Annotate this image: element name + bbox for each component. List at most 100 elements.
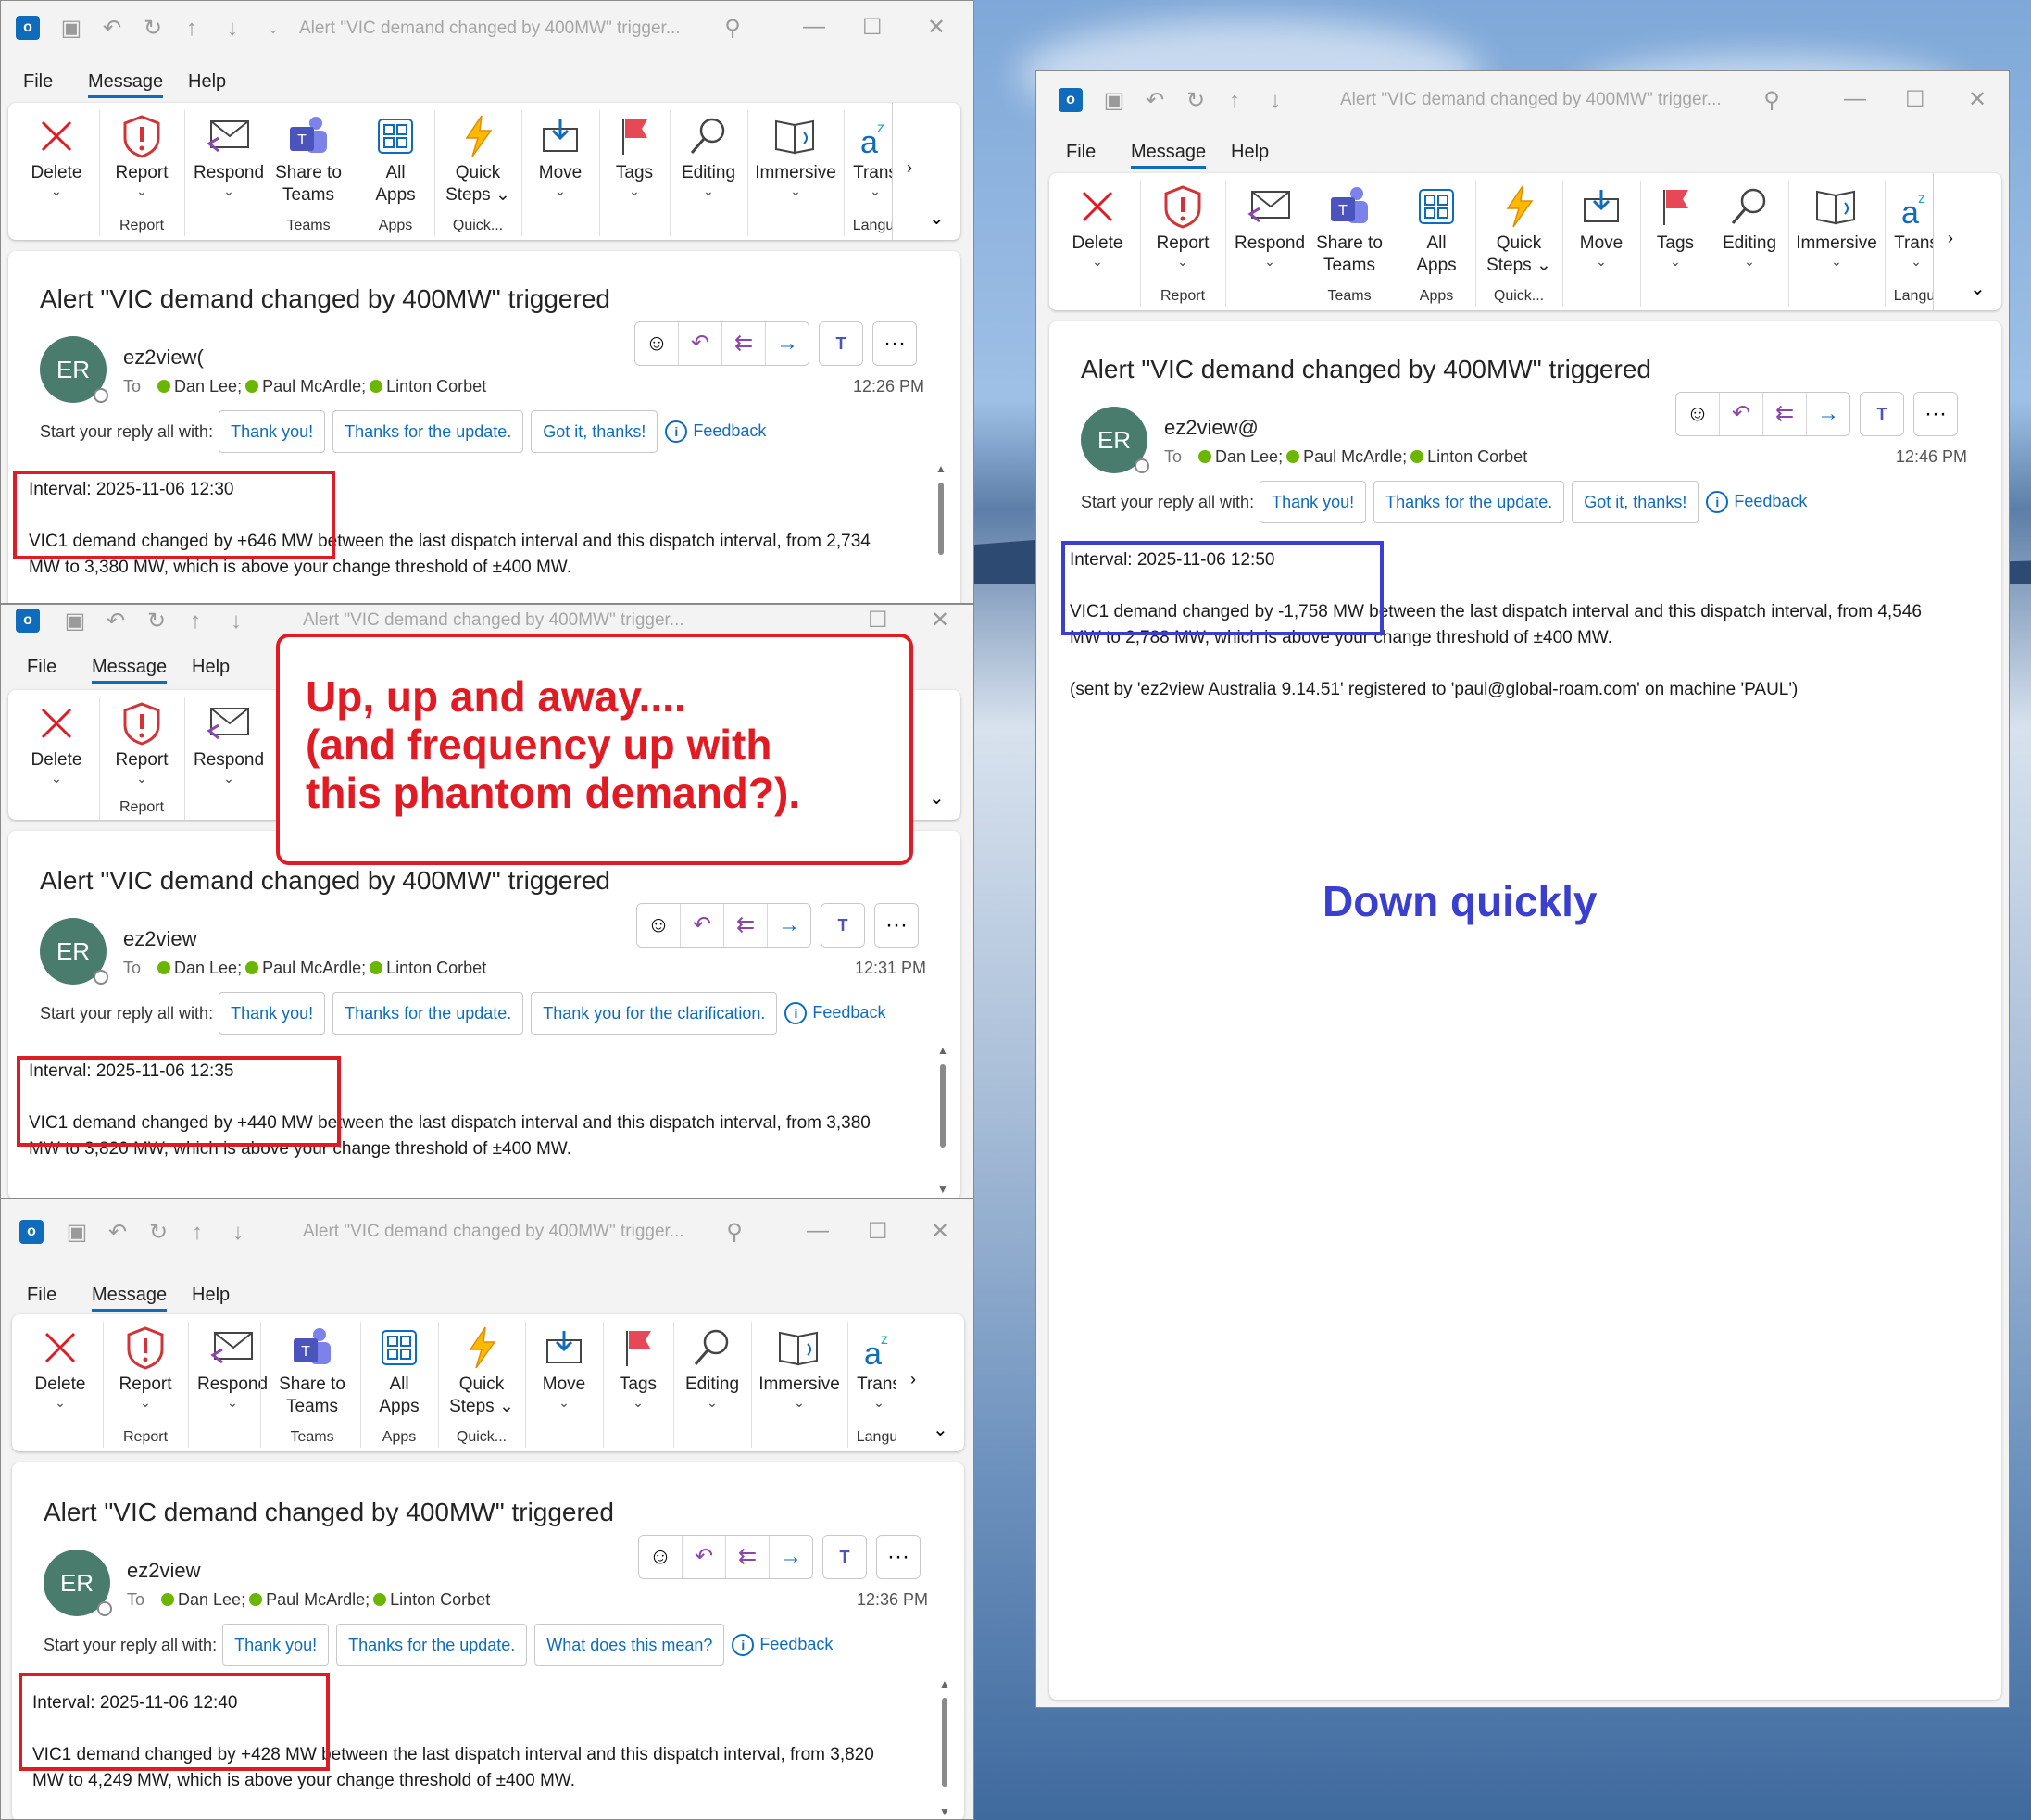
all-apps-button[interactable]: All Apps [1399,173,1473,277]
menu-file[interactable]: File [1066,142,1096,163]
tags-button[interactable]: Tags ⌄ [601,103,668,197]
report-button[interactable]: Report ⌄ [105,1314,186,1409]
respond-button[interactable]: Respond ⌄ [186,103,271,197]
scrollbar[interactable]: ▲▼ [934,462,947,603]
next-item-icon[interactable]: ↓ [219,16,245,42]
recipient[interactable]: Dan Lee; [174,959,242,977]
report-button[interactable]: Report ⌄ [101,103,182,197]
recipient[interactable]: Paul McArdle; [262,377,366,395]
search-icon[interactable]: ⚲ [721,1220,747,1246]
forward-icon[interactable]: → [770,1536,812,1578]
next-item-icon[interactable]: ↓ [225,1220,251,1246]
editing-button[interactable]: Editing ⌄ [675,1314,749,1409]
menu-help[interactable]: Help [1231,142,1269,163]
save-icon[interactable]: ▣ [1101,88,1127,114]
suggested-reply-button[interactable]: Thank you! [219,410,326,453]
ribbon-scroll-right-button[interactable]: › [896,1314,930,1451]
reply-all-icon[interactable]: ⇇ [724,904,768,947]
teams-icon[interactable]: T [1861,393,1903,435]
menu-help[interactable]: Help [188,71,226,93]
ribbon-expand-chevron-icon[interactable]: ⌄ [929,786,945,810]
recipient[interactable]: Linton Corbet [390,1590,490,1609]
immersive-reader-button[interactable]: Immersive ⌄ [1790,173,1883,268]
emoji-react-icon[interactable]: ☺ [635,322,679,365]
share-to-teams-button[interactable]: T Share to Teams [266,1314,358,1418]
previous-item-icon[interactable]: ↑ [1222,88,1247,114]
emoji-react-icon[interactable]: ☺ [637,904,681,947]
redo-icon[interactable]: ↻ [144,609,169,634]
quick-steps-button[interactable]: Quick Steps ⌄ [440,1314,523,1418]
teams-icon[interactable]: T [821,904,864,947]
undo-icon[interactable]: ↶ [1142,88,1168,114]
redo-icon[interactable]: ↻ [1183,88,1209,114]
recipient[interactable]: Paul McArdle; [262,959,366,977]
reply-icon[interactable]: ↶ [679,322,722,365]
menu-file[interactable]: File [23,71,53,93]
sender-name[interactable]: ez2view@ [1164,416,1259,440]
recipient[interactable]: Dan Lee; [174,377,242,395]
suggested-reply-button[interactable]: Thanks for the update. [332,410,524,453]
ribbon-scroll-right-button[interactable]: › [1933,173,1967,310]
respond-button[interactable]: Respond ⌄ [186,690,271,784]
quick-steps-button[interactable]: Quick Steps ⌄ [436,103,520,207]
suggested-reply-button[interactable]: What does this mean? [534,1624,725,1666]
menu-message[interactable]: Message [1131,142,1207,169]
maximize-icon[interactable]: ☐ [1905,86,1925,113]
minimize-icon[interactable]: — [807,1218,829,1244]
menu-help[interactable]: Help [192,657,230,678]
suggested-reply-button[interactable]: Thanks for the update. [1373,481,1565,523]
recipient[interactable]: Paul McArdle; [1303,447,1407,466]
recipient[interactable]: Paul McArdle; [266,1590,370,1609]
minimize-icon[interactable]: — [803,14,825,40]
tags-button[interactable]: Tags ⌄ [605,1314,671,1409]
immersive-reader-button[interactable]: Immersive ⌄ [753,1314,846,1409]
minimize-icon[interactable]: — [1844,86,1866,112]
reply-all-icon[interactable]: ⇇ [726,1536,770,1578]
suggested-reply-button[interactable]: Thank you for the clarification. [531,992,778,1035]
sender-name[interactable]: ez2view [127,1559,200,1583]
share-to-teams-button[interactable]: T Share to Teams [1303,173,1396,277]
report-button[interactable]: Report ⌄ [101,690,182,784]
feedback-link[interactable]: i Feedback [732,1634,833,1656]
share-to-teams-button[interactable]: T Share to Teams [262,103,355,207]
reply-icon[interactable]: ↶ [681,904,724,947]
menu-help[interactable]: Help [192,1285,230,1306]
next-item-icon[interactable]: ↓ [1262,88,1288,114]
delete-button[interactable]: Delete ⌄ [19,1314,101,1409]
reply-all-icon[interactable]: ⇇ [1763,393,1807,435]
suggested-reply-button[interactable]: Thank you! [1260,481,1367,523]
previous-item-icon[interactable]: ↑ [179,16,205,42]
maximize-icon[interactable]: ☐ [868,607,888,634]
close-icon[interactable]: ✕ [931,607,949,634]
more-options-icon[interactable]: ··· [877,1536,920,1578]
all-apps-button[interactable]: All Apps [358,103,433,207]
editing-button[interactable]: Editing ⌄ [671,103,746,197]
menu-message[interactable]: Message [92,1285,168,1312]
save-icon[interactable]: ▣ [64,1220,90,1246]
close-icon[interactable]: ✕ [1968,86,1987,113]
scrollbar[interactable]: ▲▼ [936,1044,949,1198]
undo-icon[interactable]: ↶ [105,1220,131,1246]
redo-icon[interactable]: ↻ [145,1220,171,1246]
save-icon[interactable]: ▣ [62,609,88,634]
move-button[interactable]: Move ⌄ [527,1314,601,1409]
delete-button[interactable]: Delete ⌄ [1057,173,1138,268]
maximize-icon[interactable]: ☐ [862,14,883,41]
feedback-link[interactable]: i Feedback [784,1002,885,1024]
forward-icon[interactable]: → [1807,393,1849,435]
menu-message[interactable]: Message [88,71,164,98]
reply-all-icon[interactable]: ⇇ [722,322,766,365]
reply-icon[interactable]: ↶ [683,1536,726,1578]
previous-item-icon[interactable]: ↑ [184,1220,210,1246]
emoji-react-icon[interactable]: ☺ [639,1536,683,1578]
scrollbar[interactable]: ▲▼ [938,1677,951,1819]
suggested-reply-button[interactable]: Thank you! [222,1624,330,1666]
quick-steps-button[interactable]: Quick Steps ⌄ [1477,173,1561,277]
customize-toolbar-icon[interactable]: ⌄ [260,16,286,42]
tags-button[interactable]: Tags ⌄ [1642,173,1709,268]
ribbon-scroll-right-button[interactable]: › [892,103,926,240]
recipient[interactable]: Dan Lee; [1215,447,1283,466]
reply-icon[interactable]: ↶ [1720,393,1763,435]
report-button[interactable]: Report ⌄ [1142,173,1223,268]
more-options-icon[interactable]: ··· [1914,393,1957,435]
